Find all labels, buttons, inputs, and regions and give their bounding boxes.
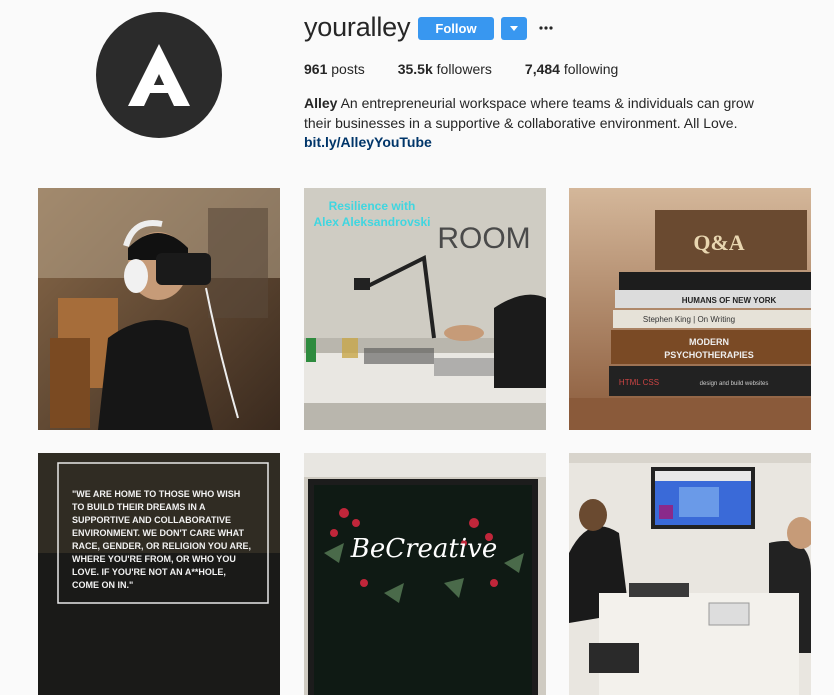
followers-stat[interactable]: 35.5k followers xyxy=(398,61,492,77)
book-title-on-writing: Stephen King | On Writing xyxy=(643,315,735,324)
post-image: BeCreative xyxy=(304,453,546,695)
followers-label: followers xyxy=(436,61,492,77)
quote-line-1: "WE ARE HOME TO THOSE WHO WISH xyxy=(72,489,240,499)
becreative-script: BeCreative xyxy=(350,534,498,564)
following-label: following xyxy=(563,61,619,77)
following-count: 7,484 xyxy=(524,61,560,77)
post-image: "WE ARE HOME TO THOSE WHO WISH TO BUILD … xyxy=(38,453,280,695)
post-tile-book-stack[interactable]: Q&A HUMANS OF NEW YORK Stephen King | On… xyxy=(569,188,811,430)
posts-stat: 961 posts xyxy=(304,61,365,77)
post-image: Q&A HUMANS OF NEW YORK Stephen King | On… xyxy=(569,188,811,430)
profile-stats: 961 posts 35.5k followers 7,484 followin… xyxy=(304,61,651,77)
following-stat[interactable]: 7,484 following xyxy=(525,61,618,77)
quote-line-8: COME ON IN." xyxy=(72,580,133,590)
quote-line-7: LOVE. IF YOU'RE NOT AN A**HOLE, xyxy=(72,567,226,577)
quote-line-3: SUPPORTIVE AND COLLABORATIVE xyxy=(72,515,231,525)
bio-name: Alley xyxy=(304,95,338,111)
bio-text: An entrepreneurial workspace where teams… xyxy=(304,95,754,131)
book-subtitle-html: design and build websites xyxy=(700,381,769,387)
bio-link[interactable]: bit.ly/AlleyYouTube xyxy=(304,134,432,150)
posts-label: posts xyxy=(331,61,365,77)
post-tile-meeting-room[interactable] xyxy=(569,453,811,695)
book-title-hony: HUMANS OF NEW YORK xyxy=(682,296,777,305)
post-tile-vr-headset[interactable] xyxy=(38,188,280,430)
post-image xyxy=(38,188,280,430)
profile-avatar[interactable] xyxy=(96,12,222,138)
profile-bio: Alley An entrepreneurial workspace where… xyxy=(304,93,784,133)
book-title-qa: Q&A xyxy=(693,230,744,255)
suggestions-dropdown-button[interactable] xyxy=(501,17,527,40)
alley-logo-icon xyxy=(128,44,190,106)
profile-username: youralley xyxy=(304,12,411,42)
caption-line-2: Alex Aleksandrovski xyxy=(314,215,431,229)
post-tile-becreative[interactable]: BeCreative xyxy=(304,453,546,695)
post-tile-resilience-podcast[interactable]: ROOM Resilience with Alex Aleksandrovski xyxy=(304,188,546,430)
quote-line-2: TO BUILD THEIR DREAMS IN A xyxy=(72,502,206,512)
followers-count: 35.5k xyxy=(397,61,433,77)
caret-down-icon xyxy=(510,25,518,31)
post-image xyxy=(569,453,811,695)
book-title-modern: MODERN xyxy=(689,337,729,347)
post-tile-quote[interactable]: "WE ARE HOME TO THOSE WHO WISH TO BUILD … xyxy=(38,453,280,695)
follow-button[interactable]: Follow xyxy=(418,17,494,40)
room-sign: ROOM xyxy=(437,222,530,255)
quote-line-5: RACE, GENDER, OR RELIGION YOU ARE, xyxy=(72,541,251,551)
book-title-html: HTML CSS xyxy=(619,378,659,387)
ellipsis-icon xyxy=(539,26,553,30)
quote-line-6: WHERE YOU'RE FROM, OR WHO YOU xyxy=(72,554,236,564)
more-options-button[interactable] xyxy=(537,16,555,40)
posts-count: 961 xyxy=(304,61,328,77)
book-title-psychotherapies: PSYCHOTHERAPIES xyxy=(664,350,754,360)
caption-line-1: Resilience with xyxy=(329,199,416,213)
quote-line-4: ENVIRONMENT. WE DON'T CARE WHAT xyxy=(72,528,244,538)
post-image: ROOM Resilience with Alex Aleksandrovski xyxy=(304,188,546,430)
